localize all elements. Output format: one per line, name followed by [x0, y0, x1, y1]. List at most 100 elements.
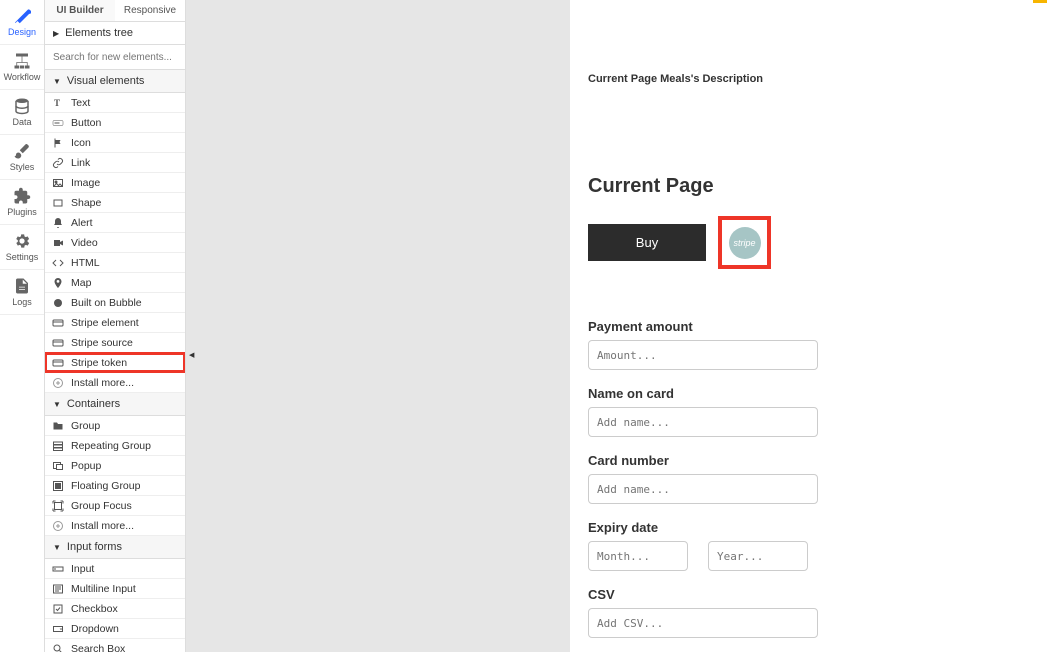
tab-ui-builder[interactable]: UI Builder [45, 0, 115, 21]
database-icon [13, 97, 31, 115]
rail-logs[interactable]: Logs [0, 270, 44, 315]
image-icon [51, 176, 65, 190]
element-item-label: Install more... [71, 520, 134, 532]
gear-icon [13, 232, 31, 250]
input-csv[interactable] [588, 608, 818, 638]
element-item-image[interactable]: Image [45, 173, 185, 193]
group-inputs-label: Input forms [67, 541, 122, 553]
rail-design-label: Design [8, 27, 36, 37]
group-visual-elements[interactable]: ▼ Visual elements [45, 70, 185, 93]
element-item-group[interactable]: Group [45, 416, 185, 436]
tab-responsive[interactable]: Responsive [115, 0, 185, 21]
element-item-label: HTML [71, 257, 100, 269]
page-heading: Current Page [588, 175, 1029, 198]
element-item-map[interactable]: Map [45, 273, 185, 293]
stripe-token-element[interactable]: stripe [718, 216, 771, 269]
rail-workflow[interactable]: Workflow [0, 45, 44, 90]
group-input-forms[interactable]: ▼ Input forms [45, 536, 185, 559]
element-list-scroll[interactable]: ▼ Visual elements T Text Button Icon Link Ima… [45, 70, 185, 652]
element-item-dropdown[interactable]: Dropdown [45, 619, 185, 639]
element-item-install-more-[interactable]: Install more... [45, 516, 185, 536]
card-icon [51, 316, 65, 330]
code-icon [51, 256, 65, 270]
element-item-label: Stripe token [71, 357, 127, 369]
element-item-floating-group[interactable]: Floating Group [45, 476, 185, 496]
element-item-text[interactable]: T Text [45, 93, 185, 113]
element-item-label: Search Box [71, 643, 125, 652]
element-item-multiline-input[interactable]: Multiline Input [45, 579, 185, 599]
element-item-label: Icon [71, 137, 91, 149]
element-item-stripe-source[interactable]: Stripe source [45, 333, 185, 353]
element-item-input[interactable]: Input [45, 559, 185, 579]
rail-design[interactable]: Design [0, 0, 44, 45]
label-name-on-card: Name on card [588, 386, 1029, 401]
element-item-label: Popup [71, 460, 101, 472]
input-name-on-card[interactable] [588, 407, 818, 437]
page-description: Current Page Meals's Description [588, 73, 1029, 85]
rail-styles[interactable]: Styles [0, 135, 44, 180]
group-containers[interactable]: ▼ Containers [45, 393, 185, 416]
element-search-input[interactable] [51, 50, 179, 65]
group-visual-label: Visual elements [67, 75, 144, 87]
input-expiry-year[interactable] [708, 541, 808, 571]
folder-icon [51, 419, 65, 433]
dropdown-icon [51, 622, 65, 636]
rail-settings[interactable]: Settings [0, 225, 44, 270]
element-item-label: Text [71, 97, 90, 109]
element-item-label: Alert [71, 217, 93, 229]
input-expiry-month[interactable] [588, 541, 688, 571]
element-item-alert[interactable]: Alert [45, 213, 185, 233]
element-item-group-focus[interactable]: Group Focus [45, 496, 185, 516]
card-icon [51, 356, 65, 370]
element-item-button[interactable]: Button [45, 113, 185, 133]
search-icon [51, 642, 65, 652]
down-arrow-icon: ▼ [53, 77, 61, 86]
element-item-checkbox[interactable]: Checkbox [45, 599, 185, 619]
brush-icon [13, 142, 31, 160]
element-item-shape[interactable]: Shape [45, 193, 185, 213]
rail-plugins[interactable]: Plugins [0, 180, 44, 225]
element-item-video[interactable]: Video [45, 233, 185, 253]
element-item-label: Built on Bubble [71, 297, 142, 309]
rail-logs-label: Logs [12, 297, 32, 307]
element-item-label: Map [71, 277, 91, 289]
panel-collapse-handle[interactable] [186, 355, 192, 361]
canvas-area[interactable]: Current Page Meals's Description Current… [186, 0, 1047, 652]
rail-settings-label: Settings [6, 252, 39, 262]
input-payment-amount[interactable] [588, 340, 818, 370]
element-item-repeating-group[interactable]: Repeating Group [45, 436, 185, 456]
rail-data[interactable]: Data [0, 90, 44, 135]
element-item-label: Video [71, 237, 98, 249]
element-item-install-more-[interactable]: Install more... [45, 373, 185, 393]
buy-button[interactable]: Buy [588, 224, 706, 261]
element-item-label: Floating Group [71, 480, 140, 492]
element-item-built-on-bubble[interactable]: Built on Bubble [45, 293, 185, 313]
element-item-popup[interactable]: Popup [45, 456, 185, 476]
element-item-stripe-token[interactable]: Stripe token [45, 353, 185, 373]
element-item-search-box[interactable]: Search Box [45, 639, 185, 652]
right-arrow-icon: ▶ [53, 29, 59, 38]
element-item-label: Link [71, 157, 90, 169]
svg-text:T: T [54, 98, 60, 108]
flow-icon [13, 52, 31, 70]
element-item-stripe-element[interactable]: Stripe element [45, 313, 185, 333]
element-item-html[interactable]: HTML [45, 253, 185, 273]
input-card-number[interactable] [588, 474, 818, 504]
element-item-link[interactable]: Link [45, 153, 185, 173]
element-item-label: Multiline Input [71, 583, 136, 595]
element-item-label: Repeating Group [71, 440, 151, 452]
button-icon [51, 116, 65, 130]
field-card-number: Card number [588, 453, 1029, 504]
element-item-label: Input [71, 563, 94, 575]
rect-icon [51, 196, 65, 210]
elements-tree-header[interactable]: ▶ Elements tree [45, 22, 185, 45]
element-item-icon[interactable]: Icon [45, 133, 185, 153]
rgroup-icon [51, 439, 65, 453]
element-item-label: Group [71, 420, 100, 432]
rail-styles-label: Styles [10, 162, 35, 172]
element-item-label: Button [71, 117, 101, 129]
tools-icon [13, 7, 31, 25]
bubble-icon [51, 296, 65, 310]
element-item-label: Install more... [71, 377, 134, 389]
bell-icon [51, 216, 65, 230]
